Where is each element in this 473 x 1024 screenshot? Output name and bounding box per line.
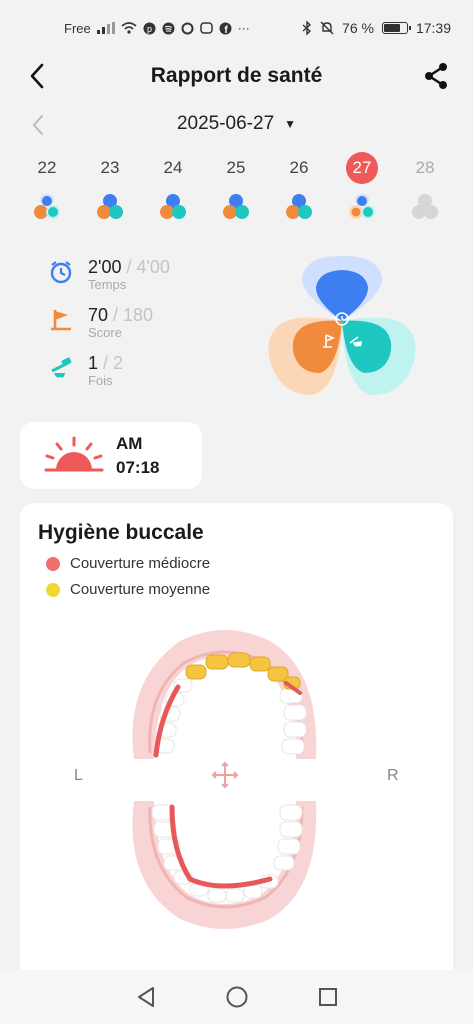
nav-home-icon: [226, 986, 247, 1008]
brushing-status-icon: [34, 194, 60, 219]
date-dropdown[interactable]: 2025-06-27: [177, 113, 274, 135]
brushing-status-icon: [349, 194, 375, 219]
flag-icon: [51, 310, 71, 331]
battery-percent: 76 %: [342, 20, 374, 36]
previous-date-button[interactable]: [28, 112, 50, 138]
stat-time: 2'00 / 4'00 Temps: [48, 256, 248, 304]
brushing-status-icon: [412, 194, 438, 219]
nav-back-button[interactable]: [133, 984, 159, 1010]
nav-back-icon: [137, 987, 154, 1007]
signal-icon: [96, 22, 115, 34]
alarm-clock-icon: [50, 261, 72, 284]
app-header: Rapport de santé: [0, 56, 473, 96]
wifi-icon: [121, 22, 137, 34]
share-icon: [425, 63, 447, 89]
battery-icon: [381, 22, 411, 34]
chevron-left-icon: [33, 115, 43, 135]
toothbrush-icon: [51, 357, 72, 378]
system-nav-bar: [0, 970, 473, 1024]
day-number: 28: [415, 158, 435, 177]
nav-recent-icon: [318, 988, 337, 1006]
sunrise-icon: [44, 436, 104, 471]
score-value: 70: [88, 305, 109, 325]
count-value: 1: [88, 353, 99, 373]
stat-score: 70 / 180 Score: [48, 304, 248, 352]
calendar-strip: 22 23 24 25 26 27 28: [16, 152, 456, 228]
spotify-icon: [162, 22, 175, 34]
left-side-label: L: [74, 767, 83, 784]
session-time: 07:18: [116, 457, 160, 477]
calendar-day[interactable]: 23: [79, 152, 141, 228]
brushing-status-icon: [286, 194, 312, 219]
coverage-summary-graphic: [268, 255, 416, 395]
calendar-day[interactable]: 24: [142, 152, 204, 228]
date-selector: 2025-06-27 ▼: [0, 108, 473, 140]
time-total: / 4'00: [121, 257, 170, 277]
oral-hygiene-card: Hygiène buccale Couverture médiocre Couv…: [20, 503, 453, 983]
time-value: 2'00: [88, 257, 122, 277]
stat-count: 1 / 2 Fois: [48, 352, 248, 400]
calendar-day[interactable]: 28: [394, 152, 456, 228]
sync-icon: [181, 22, 194, 34]
teeth-diagram[interactable]: [120, 621, 330, 941]
more-icon: ···: [237, 21, 250, 35]
nav-home-button[interactable]: [224, 984, 250, 1010]
caret-down-icon[interactable]: ▼: [284, 117, 296, 131]
status-bar: Free p f ··· 76 % 17:39: [0, 0, 473, 56]
calendar-day[interactable]: 22: [16, 152, 78, 228]
legend-item-medium: Couverture moyenne: [46, 581, 346, 598]
page-title: Rapport de santé: [150, 64, 323, 87]
day-number: 23: [100, 158, 120, 177]
svg-text:p: p: [147, 24, 152, 34]
brushing-status-icon: [160, 194, 186, 219]
legend-item-poor: Couverture médiocre: [46, 555, 346, 572]
day-number: 27: [346, 152, 378, 184]
share-button[interactable]: [421, 61, 451, 91]
back-button[interactable]: [22, 60, 52, 92]
brushing-status-icon: [223, 194, 249, 219]
calendar-day[interactable]: 26: [268, 152, 330, 228]
mute-icon: [320, 21, 334, 35]
day-number: 25: [226, 158, 246, 177]
center-crosshair-icon: [211, 761, 239, 789]
day-number: 22: [37, 158, 57, 177]
legend-dot-yellow: [46, 582, 60, 597]
legend-label: Couverture moyenne: [70, 581, 211, 598]
bluetooth-icon: [302, 21, 312, 35]
count-total: / 2: [98, 353, 124, 373]
stats-panel: 2'00 / 4'00 Temps 70 / 180 Score 1 / 2 F…: [48, 256, 248, 400]
card-title: Hygiène buccale: [38, 521, 204, 544]
legend-dot-red: [46, 556, 60, 571]
legend-label: Couverture médiocre: [70, 555, 211, 572]
messenger-icon: [199, 21, 213, 34]
calendar-day[interactable]: 25: [205, 152, 267, 228]
score-total: / 180: [108, 305, 154, 325]
nav-recent-button[interactable]: [315, 984, 341, 1010]
carrier-label: Free: [64, 20, 91, 36]
clock: 17:39: [415, 20, 451, 36]
day-number: 24: [163, 158, 183, 177]
time-label: Temps: [88, 277, 127, 292]
session-period: AM: [116, 433, 143, 453]
count-label: Fois: [88, 373, 113, 388]
score-label: Score: [88, 325, 122, 340]
facebook-icon: f: [219, 22, 232, 35]
day-number: 26: [289, 158, 309, 177]
calendar-day-selected[interactable]: 27: [331, 152, 393, 228]
right-side-label: R: [387, 767, 399, 784]
session-time-card[interactable]: AM 07:18: [20, 422, 202, 489]
pinterest-icon: p: [143, 22, 156, 34]
back-arrow-icon: [30, 63, 44, 89]
brushing-status-icon: [97, 194, 123, 219]
